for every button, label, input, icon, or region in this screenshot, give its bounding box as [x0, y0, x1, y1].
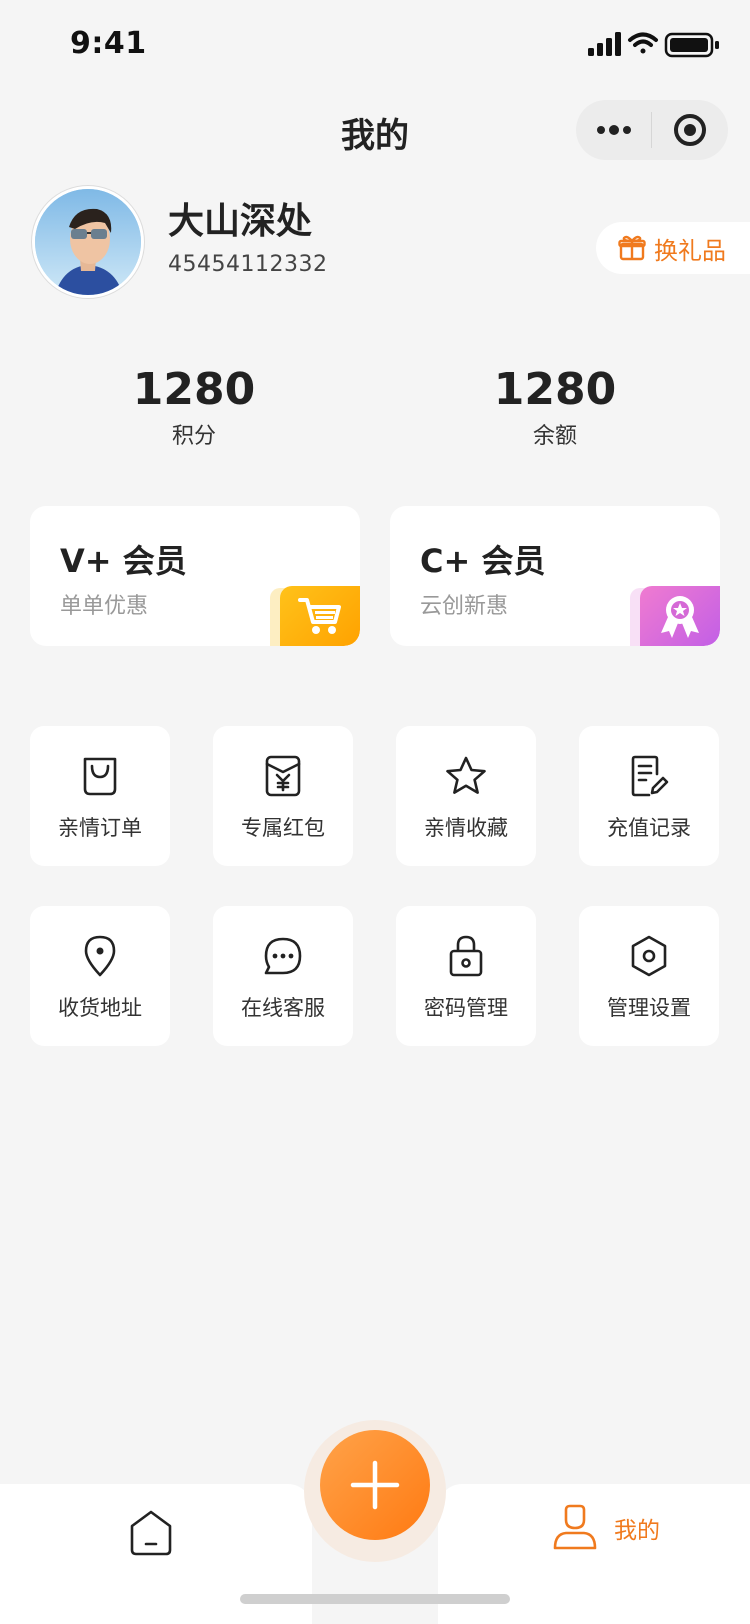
gift-button-label: 换礼品 — [654, 236, 726, 265]
wifi-icon — [628, 32, 658, 54]
battery-icon — [664, 32, 719, 58]
award-badge — [640, 586, 720, 646]
exchange-gift-button[interactable]: 换礼品 — [596, 222, 750, 274]
menu-shipping-address[interactable]: 收货地址 — [30, 906, 170, 1046]
points-stat[interactable]: 1280 积分 — [84, 366, 304, 450]
balance-label: 余额 — [532, 424, 577, 449]
menu-recharge-records[interactable]: 充值记录 — [579, 726, 719, 866]
lock-icon — [448, 932, 484, 980]
award-ribbon-icon — [661, 596, 699, 638]
star-icon — [444, 752, 488, 800]
member-card-subtitle: 单单优惠 — [60, 594, 149, 619]
menu-family-favorites[interactable]: 亲情收藏 — [396, 726, 536, 866]
mini-program-capsule — [576, 100, 728, 160]
menu-label: 收货地址 — [58, 996, 142, 1020]
menu-label: 亲情收藏 — [424, 816, 508, 840]
more-button[interactable] — [576, 100, 651, 160]
menu-label: 充值记录 — [607, 816, 691, 840]
menu-family-orders[interactable]: 亲情订单 — [30, 726, 170, 866]
tab-mine-label: 我的 — [614, 1518, 660, 1544]
tab-home[interactable] — [128, 1508, 174, 1558]
target-close-icon — [673, 114, 706, 146]
v-plus-member-card[interactable]: V+ 会员 单单优惠 — [30, 506, 360, 646]
member-card-title: V+ 会员 — [60, 542, 187, 580]
close-button[interactable] — [652, 100, 727, 160]
balance-stat[interactable]: 1280 余额 — [445, 366, 665, 450]
menu-label: 密码管理 — [424, 996, 508, 1020]
user-icon — [553, 1504, 597, 1550]
gift-icon — [618, 235, 646, 261]
document-edit-icon — [629, 752, 669, 800]
points-label: 积分 — [171, 424, 216, 449]
shopping-cart-icon — [298, 598, 341, 634]
menu-exclusive-red-packet[interactable]: 专属红包 — [213, 726, 353, 866]
tab-mine[interactable]: 我的 — [552, 1504, 660, 1552]
home-indicator — [240, 1594, 510, 1604]
chat-bubble-icon — [262, 932, 304, 980]
more-dots-icon — [596, 125, 631, 135]
menu-label: 亲情订单 — [58, 816, 142, 840]
red-envelope-icon — [264, 752, 302, 800]
menu-management-settings[interactable]: 管理设置 — [579, 906, 719, 1046]
balance-value: 1280 — [493, 364, 617, 415]
menu-label: 在线客服 — [241, 996, 325, 1020]
location-pin-icon — [82, 932, 118, 980]
menu-label: 管理设置 — [607, 996, 691, 1020]
status-time: 9:41 — [70, 26, 147, 61]
settings-hexagon-icon — [629, 932, 669, 980]
user-id: 45454112332 — [168, 252, 328, 277]
shopping-cart-badge — [280, 586, 360, 646]
signal-icon — [588, 32, 621, 56]
c-plus-member-card[interactable]: C+ 会员 云创新惠 — [390, 506, 720, 646]
menu-online-customer-service[interactable]: 在线客服 — [213, 906, 353, 1046]
user-name: 大山深处 — [168, 201, 313, 242]
add-button[interactable] — [320, 1430, 430, 1540]
menu-password-management[interactable]: 密码管理 — [396, 906, 536, 1046]
shopping-bag-icon — [80, 752, 120, 800]
plus-icon — [350, 1460, 400, 1510]
member-card-title: C+ 会员 — [420, 542, 546, 580]
points-value: 1280 — [132, 364, 256, 415]
home-icon — [130, 1510, 172, 1556]
member-card-subtitle: 云创新惠 — [420, 594, 509, 619]
status-icons — [588, 30, 728, 60]
menu-label: 专属红包 — [241, 816, 325, 840]
avatar[interactable] — [32, 186, 144, 298]
